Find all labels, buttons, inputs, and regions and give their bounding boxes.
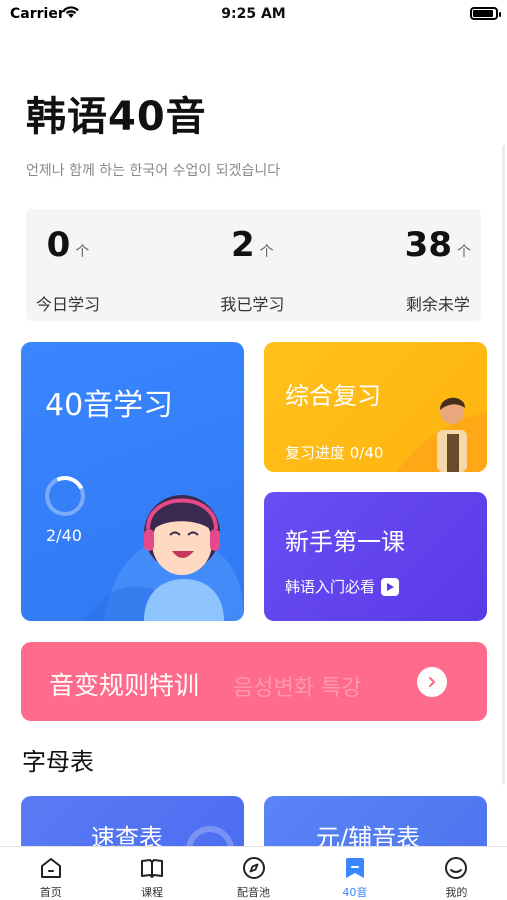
lesson-card-title: 新手第一课 xyxy=(285,528,405,556)
stat-today: 0 个 今日学习 xyxy=(36,209,100,321)
status-time: 9:25 AM xyxy=(221,6,286,22)
review-card-progress: 复习进度 0/40 xyxy=(285,444,384,462)
tab-courses[interactable]: 课程 xyxy=(101,847,202,900)
banner-title: 音变规则特训 xyxy=(49,671,200,700)
lesson-card-subtitle: 韩语入门必看 xyxy=(285,578,376,596)
tab-label: 首页 xyxy=(39,886,62,899)
stat-learned: 2 个 我已学习 xyxy=(220,209,284,321)
tab-dubbing[interactable]: 配音池 xyxy=(203,847,304,900)
chevron-right-icon[interactable] xyxy=(417,667,447,697)
tab-40-sounds[interactable]: 40音 xyxy=(304,847,405,900)
stat-remaining: 38 个 剩余未学 xyxy=(405,209,471,321)
stat-label: 我已学习 xyxy=(220,295,285,314)
girl-with-headphones-illustration xyxy=(84,495,244,621)
review-card[interactable]: 综合复习 复习进度 0/40 xyxy=(264,342,487,472)
bookmark-icon xyxy=(345,858,364,878)
profile-icon xyxy=(445,857,468,879)
tab-label: 我的 xyxy=(445,886,468,899)
sound-change-training-banner[interactable]: 音变规则特训 음성변화 특강 xyxy=(21,642,487,721)
battery-icon xyxy=(470,7,501,20)
play-icon[interactable] xyxy=(381,577,400,596)
tab-label: 课程 xyxy=(141,886,164,899)
book-icon xyxy=(141,859,164,878)
page-title: 韩语40音 xyxy=(26,94,207,140)
tab-label: 40音 xyxy=(342,886,368,899)
tab-bar: 首页 课程 配音池 40音 我的 xyxy=(0,846,507,900)
stat-value: 38 xyxy=(404,225,452,265)
compass-icon xyxy=(242,857,265,879)
learn-card[interactable]: 40音学习 2/40 xyxy=(21,342,244,621)
tab-profile[interactable]: 我的 xyxy=(406,847,507,900)
status-bar: Carrier 9:25 AM xyxy=(0,0,507,30)
alphabet-section-title: 字母表 xyxy=(22,748,94,776)
tab-label: 配音池 xyxy=(237,886,271,899)
review-card-title: 综合复习 xyxy=(285,382,381,410)
home-icon xyxy=(40,858,61,878)
learn-progress: 2/40 xyxy=(46,526,82,545)
progress-ring-icon xyxy=(45,476,85,516)
stat-value: 2 xyxy=(231,225,255,265)
first-lesson-card[interactable]: 新手第一课 韩语入门必看 xyxy=(264,492,487,621)
stat-unit: 个 xyxy=(75,244,90,260)
stat-value: 0 xyxy=(46,225,71,265)
banner-watermark-text: 음성변화 특강 xyxy=(233,676,362,701)
stat-unit: 个 xyxy=(259,244,274,260)
stats-panel: 0 个 今日学习 2 个 我已学习 38 个 剩余未学 xyxy=(26,209,481,321)
learn-card-title: 40音学习 xyxy=(45,388,174,423)
lesson-card-subtitle-row: 韩语入门必看 xyxy=(285,576,400,597)
scrollbar[interactable] xyxy=(502,145,505,785)
stat-label: 今日学习 xyxy=(36,295,101,314)
tab-home[interactable]: 首页 xyxy=(0,847,101,900)
stat-unit: 个 xyxy=(456,244,471,260)
man-illustration xyxy=(397,397,487,472)
stat-label: 剩余未学 xyxy=(405,295,470,314)
page-subtitle: 언제나 함께 하는 한국어 수업이 되겠습니다 xyxy=(26,163,281,179)
